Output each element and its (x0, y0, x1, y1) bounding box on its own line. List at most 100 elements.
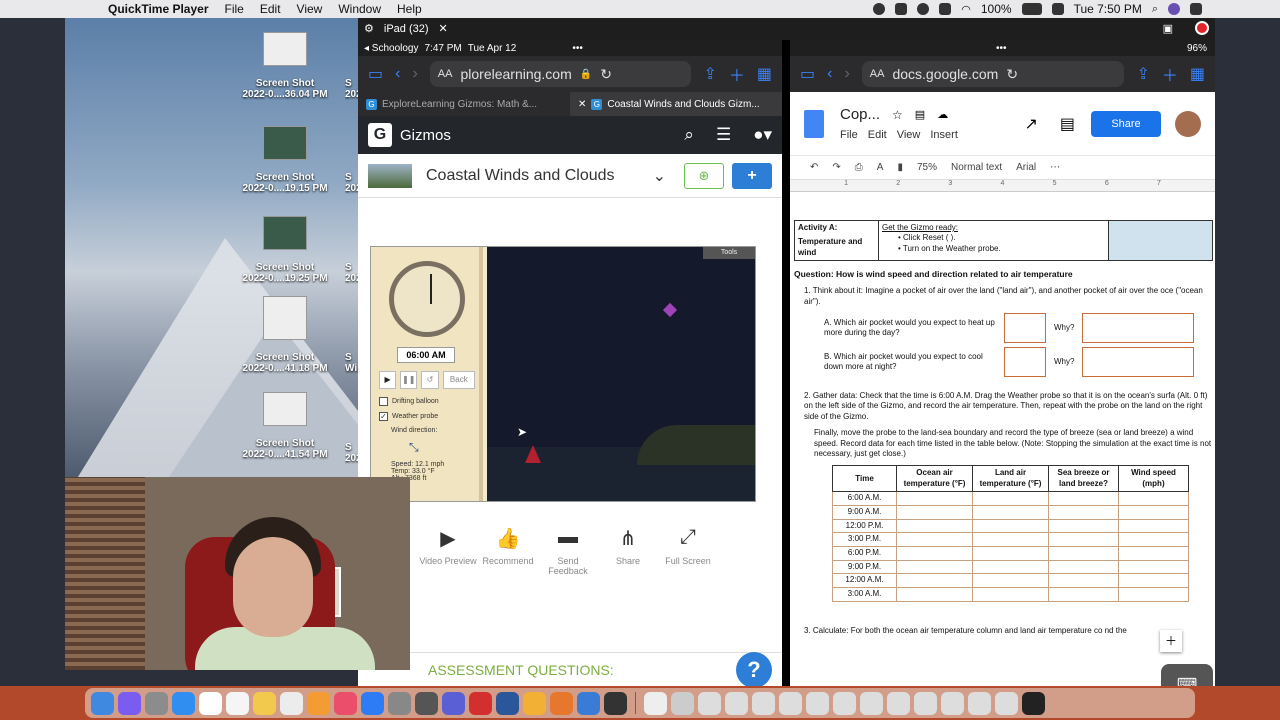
safari-icon[interactable] (172, 691, 195, 715)
wifi-icon[interactable]: ◠ (961, 3, 971, 16)
data-cell[interactable] (896, 545, 973, 561)
reader-icon[interactable]: AA (870, 68, 885, 80)
chevron-down-icon[interactable]: ⌄ (653, 166, 666, 186)
zoom-select[interactable]: 75% (917, 162, 937, 173)
data-cell[interactable] (896, 586, 973, 602)
back-icon[interactable]: ‹ (395, 65, 400, 83)
screenshot-icon[interactable] (995, 691, 1018, 715)
redo-icon[interactable]: ↷ (832, 162, 840, 173)
search-icon[interactable]: ⌕ (684, 125, 694, 145)
share-icon[interactable]: ⇪ (1136, 64, 1149, 84)
menu-window[interactable]: Window (338, 2, 381, 16)
data-cell[interactable] (972, 504, 1049, 520)
acrobat-icon[interactable] (469, 691, 492, 715)
comments-icon[interactable]: ▤ (1060, 114, 1075, 134)
word-icon[interactable] (496, 691, 519, 715)
data-cell[interactable] (972, 573, 1049, 588)
trash-icon[interactable] (1022, 691, 1045, 715)
tools-tab[interactable]: Tools (703, 247, 755, 259)
share-button[interactable]: ⋔ Share (598, 526, 658, 576)
tabs-icon[interactable]: ▦ (757, 64, 772, 84)
desktop-file[interactable]: Screen Shot 2022-0....19.25 PM (230, 216, 340, 284)
reader-icon[interactable]: AA (438, 68, 453, 80)
reload-icon[interactable]: ↻ (1006, 66, 1018, 83)
data-cell[interactable] (1118, 518, 1189, 534)
finder-icon[interactable] (91, 691, 114, 715)
menu-help[interactable]: Help (397, 2, 422, 16)
document-icon[interactable] (644, 691, 667, 715)
paint-format-icon[interactable]: ▮ (897, 162, 903, 173)
screenshot-icon[interactable] (779, 691, 802, 715)
forward-icon[interactable]: › (844, 65, 849, 83)
data-cell[interactable] (1048, 532, 1119, 547)
gizmos-logo[interactable]: G (368, 123, 392, 147)
siri-icon[interactable] (118, 691, 141, 715)
screenshot-icon[interactable] (860, 691, 883, 715)
menu-edit[interactable]: Edit (260, 2, 281, 16)
back-icon[interactable]: ‹ (827, 65, 832, 83)
close-icon[interactable]: ✕ (439, 22, 448, 35)
sidebar-icon[interactable]: ▭ (800, 64, 815, 84)
firefox-icon[interactable] (550, 691, 573, 715)
data-cell[interactable] (1048, 518, 1119, 534)
data-cell[interactable] (1048, 559, 1119, 575)
back-button[interactable]: Back (442, 371, 476, 389)
move-icon[interactable]: ▤ (915, 108, 925, 121)
doc-title[interactable]: Cop... (840, 106, 880, 123)
close-tab-icon[interactable]: ✕ (578, 99, 586, 110)
battery-icon[interactable] (1021, 3, 1042, 15)
system-preferences-icon[interactable] (388, 691, 411, 715)
data-cell[interactable] (896, 518, 973, 534)
activity-icon[interactable]: ↗ (1024, 114, 1037, 134)
app-store-icon[interactable] (361, 691, 384, 715)
data-cell[interactable] (1118, 545, 1189, 561)
search-icon[interactable]: ⌕ (1152, 3, 1158, 16)
data-cell[interactable] (972, 518, 1049, 534)
data-cell[interactable] (896, 532, 973, 547)
why-box[interactable] (1082, 347, 1195, 377)
ruler[interactable]: 1 2 3 4 5 6 7 (790, 180, 1215, 192)
tab-coastal-winds[interactable]: ✕ G Coastal Winds and Clouds Gizm... (570, 92, 782, 116)
data-cell[interactable] (1118, 586, 1189, 602)
menu-view[interactable]: View (297, 2, 323, 16)
answer-box[interactable] (1004, 313, 1046, 343)
user-icon[interactable]: ●▾ (753, 125, 772, 145)
data-cell[interactable] (896, 573, 973, 588)
document-body[interactable]: Activity A: Temperature and wind Get the… (794, 220, 1213, 686)
zoom-icon[interactable] (604, 691, 627, 715)
data-cell[interactable] (896, 491, 973, 506)
notification-icon[interactable] (1190, 3, 1202, 15)
font-select[interactable]: Arial (1016, 162, 1036, 173)
more-icon[interactable]: ⋯ (1050, 162, 1060, 173)
app-menu[interactable]: QuickTime Player (108, 2, 209, 16)
avatar[interactable] (1175, 110, 1201, 137)
docs-menu-insert[interactable]: Insert (930, 129, 958, 141)
print-icon[interactable]: ⎙ (855, 162, 863, 173)
preview-icon[interactable] (671, 691, 694, 715)
screen-icon[interactable] (939, 3, 952, 15)
data-cell[interactable] (1048, 573, 1119, 588)
star-icon[interactable]: ☆ (892, 108, 903, 122)
full-screen-button[interactable]: ⤢ Full Screen (658, 526, 718, 576)
data-cell[interactable] (972, 545, 1049, 561)
tab-gizmos-home[interactable]: G ExploreLearning Gizmos: Math &... (358, 92, 570, 116)
screenshot-icon[interactable] (725, 691, 748, 715)
data-cell[interactable] (1118, 573, 1189, 588)
share-icon[interactable]: ⇪ (703, 64, 716, 84)
gizmo-simulation[interactable]: 06:00 AM ▶ ❚❚ ↺ Back Drifting balloon ✓ … (370, 246, 756, 502)
split-view-divider[interactable] (782, 40, 790, 686)
add-green-button[interactable]: ⊕ (684, 162, 724, 189)
checkbox[interactable]: ✓ (379, 412, 388, 421)
cloud-icon[interactable] (917, 3, 930, 15)
desktop-file[interactable]: Screen Shot 2022-0....36.04 PM (230, 32, 340, 100)
desktop-file[interactable]: Screen Shot 2022-0....41.18 PM (230, 296, 340, 374)
photos-icon[interactable] (280, 691, 303, 715)
data-cell[interactable] (972, 586, 1049, 602)
video-preview-button[interactable]: ▶ Video Preview (418, 526, 478, 576)
desktop-file[interactable]: Screen Shot 2022-0....41.54 PM (230, 392, 340, 460)
data-cell[interactable] (1048, 586, 1119, 602)
data-cell[interactable] (1118, 504, 1189, 520)
multitask-dots-icon[interactable]: ••• (996, 43, 1007, 54)
screenshot-icon[interactable] (914, 691, 937, 715)
calendar-icon[interactable] (199, 691, 222, 715)
